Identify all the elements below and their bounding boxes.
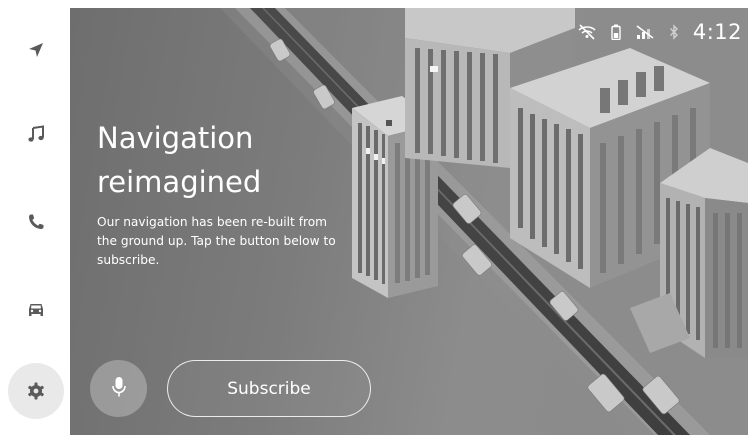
sidebar-item-vehicle[interactable] <box>8 282 64 338</box>
battery-icon <box>611 24 621 40</box>
microphone-icon <box>111 376 127 402</box>
description: Our navigation has been re-built from th… <box>97 215 336 267</box>
wifi-off-icon <box>577 24 597 40</box>
microphone-button[interactable] <box>90 360 147 417</box>
signal-off-icon <box>635 24 655 40</box>
bluetooth-icon <box>669 24 679 40</box>
hero-panel: 4:12 Navigation reimagined Our navigatio… <box>70 8 748 435</box>
sidebar-item-navigation[interactable] <box>8 22 64 78</box>
music-note-icon <box>26 124 46 144</box>
gear-icon <box>26 381 46 401</box>
phone-icon <box>26 212 46 232</box>
clock: 4:12 <box>692 20 742 44</box>
navigation-arrow-icon <box>26 40 46 60</box>
status-bar: 4:12 <box>577 20 742 44</box>
sidebar-item-music[interactable] <box>8 106 64 162</box>
sidebar-item-phone[interactable] <box>8 194 64 250</box>
app-screen: 4:12 Navigation reimagined Our navigatio… <box>0 0 753 435</box>
subscribe-button[interactable]: Subscribe <box>167 360 371 417</box>
car-icon <box>26 300 46 320</box>
sidebar-item-settings[interactable] <box>8 363 64 419</box>
title-line-1: Navigation <box>97 121 254 155</box>
title-line-2: reimagined <box>97 165 262 199</box>
page-title: Navigation reimagined <box>97 116 397 204</box>
sidebar <box>8 8 68 435</box>
